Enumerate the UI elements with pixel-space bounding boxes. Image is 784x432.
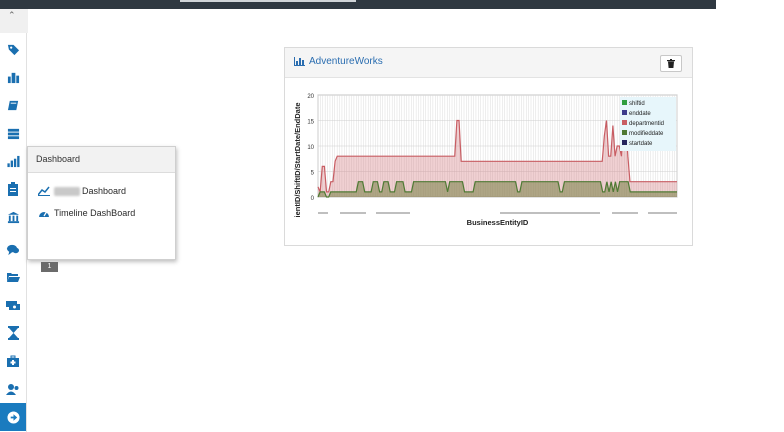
- legend-label: startdate: [629, 141, 653, 147]
- flyout-item-dashboard[interactable]: Dashboard: [38, 186, 126, 196]
- trash-icon: [667, 59, 675, 68]
- x-axis-title: BusinessEntityID: [467, 218, 529, 227]
- sidebar-item-tags[interactable]: [0, 35, 26, 63]
- bar-chart-icon: [294, 57, 305, 66]
- flyout-item-label: Dashboard: [82, 186, 127, 196]
- chart: 0 5 10 15 20 shiftid enddate departmentid modifi…: [294, 94, 678, 227]
- redacted-text: [54, 186, 80, 196]
- cash-icon: [6, 301, 20, 310]
- book-icon: [7, 100, 18, 110]
- sidebar-item-messages[interactable]: [0, 235, 26, 263]
- flyout-header: Dashboard: [28, 147, 175, 173]
- legend-label: departmentid: [629, 121, 664, 127]
- line-chart-icon: [38, 186, 50, 196]
- legend-swatch: [622, 120, 627, 125]
- sidebar-item-layers[interactable]: [0, 119, 26, 147]
- widget-title[interactable]: AdventureWorks: [294, 56, 383, 67]
- sidebar-collapse-toggle[interactable]: ⌃: [0, 9, 28, 33]
- sidebar-item-finance[interactable]: [0, 291, 26, 319]
- hourglass-icon: [7, 326, 19, 340]
- clipboard-icon: [8, 182, 18, 196]
- sidebar-item-library[interactable]: [0, 91, 26, 119]
- bar-chart-icon: [7, 155, 20, 167]
- sidebar-item-bank[interactable]: [0, 203, 26, 231]
- sidebar-item-timesheet[interactable]: [0, 319, 26, 347]
- legend-swatch: [622, 100, 627, 105]
- sidebar-item-files[interactable]: [0, 263, 26, 291]
- legend-swatch: [622, 110, 627, 115]
- bank-icon: [7, 211, 19, 223]
- y-tick-label: 0: [311, 196, 315, 202]
- y-tick-label: 20: [307, 94, 314, 100]
- sidebar: [0, 33, 27, 432]
- y-tick-label: 10: [307, 145, 314, 151]
- sidebar-item-users[interactable]: [0, 375, 26, 403]
- sidebar-item-health[interactable]: [0, 347, 26, 375]
- legend-label: shiftid: [629, 101, 645, 107]
- y-tick-label: 5: [311, 171, 315, 177]
- top-search-bar[interactable]: [180, 0, 356, 2]
- y-tick-label: 15: [307, 120, 314, 126]
- tag-icon: [7, 44, 19, 55]
- layers-icon: [7, 128, 19, 139]
- dashboard-gauge-icon: [39, 211, 49, 217]
- pagination-current-page[interactable]: 1: [41, 262, 58, 272]
- comments-icon: [6, 244, 20, 255]
- legend-swatch: [622, 130, 627, 135]
- buildings-icon: [7, 72, 19, 83]
- legend-swatch: [622, 140, 627, 145]
- sidebar-item-expand[interactable]: [0, 403, 26, 431]
- flyout-item-timeline-dashboard[interactable]: Timeline DashBoard: [38, 208, 135, 218]
- widget-title-text: AdventureWorks: [309, 56, 383, 67]
- dashboard-flyout-menu: Dashboard Dashboard Timeline DashBoard: [27, 146, 176, 260]
- sidebar-item-reports[interactable]: [0, 175, 26, 203]
- medkit-icon: [7, 355, 19, 367]
- delete-widget-button[interactable]: [660, 55, 682, 72]
- chevron-up-icon: ⌃: [8, 10, 16, 20]
- arrow-circle-right-icon: [6, 410, 20, 424]
- folder-open-icon: [7, 273, 20, 282]
- y-axis-title: ientID/ShiftID/StartDate/EndDate: [294, 102, 302, 217]
- flyout-item-label: Timeline DashBoard: [54, 208, 136, 218]
- top-navbar: [0, 0, 716, 9]
- legend-label: enddate: [629, 111, 651, 117]
- users-icon: [6, 383, 19, 395]
- legend-label: modifieddate: [629, 131, 664, 137]
- adventureworks-widget: AdventureWorks 0 5 10 15 20 shiftid enddate dep…: [284, 47, 693, 246]
- sidebar-item-dashboard[interactable]: [0, 147, 26, 175]
- widget-header: AdventureWorks: [285, 48, 692, 78]
- sidebar-item-organization[interactable]: [0, 63, 26, 91]
